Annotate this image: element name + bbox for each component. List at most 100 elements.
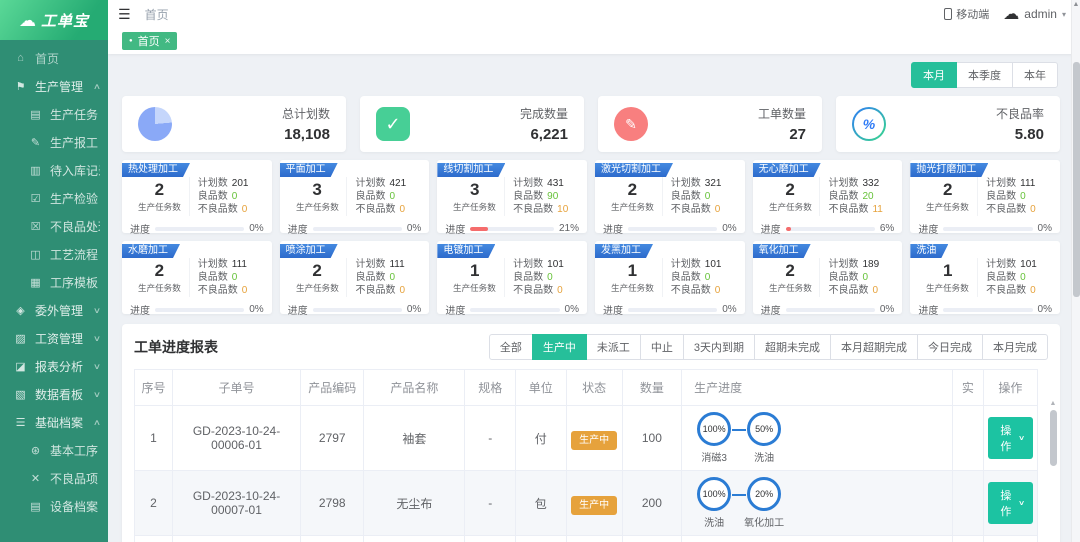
progress-bar [628,227,717,231]
sidebar-item-basic-process[interactable]: ⊛ 基本工序 [0,436,108,464]
process-ribbon-label: 洗油 [910,244,948,258]
menu-icon: ▨ [13,332,28,345]
filter-overdue-unfinished[interactable]: 超期未完成 [754,334,831,360]
task-count-label: 生产任务数 [604,200,660,212]
page-scrollbar[interactable]: ▲ [1071,0,1080,542]
sidebar-item-process-flow[interactable]: ◫ 工艺流程 [0,240,108,268]
sidebar-item-home[interactable]: ⌂ 首页 [0,44,108,72]
tab-home[interactable]: ● 首页 × [122,32,177,50]
progress-bar [155,308,244,312]
cell-actions: 操作∨ [983,471,1037,536]
cell-order-number: GD-2023-10-24-00010-01 [172,536,300,542]
plan-label: 计划数 [986,177,1016,190]
plan-label: 计划数 [828,258,858,271]
sidebar-group-production-management[interactable]: ⚑ 生产管理 ∧ [0,72,108,100]
row-action-button[interactable]: 操作∨ [988,482,1033,524]
sidebar-item-pending-storage-record[interactable]: ▥ 待入库记录 [0,156,108,184]
sidebar-menu: ⌂ 首页 ⚑ 生产管理 ∧ ▤ 生产任务 ✎ 生产报工 ▥ 待入库记录 ☑ 生产… [0,40,108,520]
task-count-label: 生产任务数 [447,281,503,293]
sidebar-item-label: 基础档案 [35,414,83,431]
progress-step-label: 消磁3 [701,449,727,464]
filter-in-production[interactable]: 生产中 [532,334,587,360]
table-column-header: 产品名称 [364,370,465,406]
menu-icon: ◈ [13,304,28,317]
menu-icon: ✕ [28,472,43,485]
filter-month-overdue-finished[interactable]: 本月超期完成 [830,334,918,360]
task-count-label: 生产任务数 [447,200,503,212]
period-month[interactable]: 本月 [911,62,957,88]
table-column-header: 实 [953,370,984,406]
process-card-heat-treatment: 热处理加工 2 生产任务数 计划数201 良品数0 不良品数0 进度 0% [122,160,272,233]
sidebar-group-data-dashboard[interactable]: ▧ 数据看板 ∨ [0,380,108,408]
user-name: admin [1024,7,1057,21]
main-content: 本月 本季度 本年 总计划数 18,108 ✓ 完成数量 6,221 ✎ 工单数… [108,54,1070,542]
page-scrollbar-thumb[interactable] [1073,62,1080,297]
period-quarter[interactable]: 本季度 [956,62,1013,88]
table-body: 1 GD-2023-10-24-00006-01 2797 袖套 - 付 生产中… [135,406,1038,542]
good-label: 良品数 [828,190,858,203]
hamburger-menu-icon[interactable]: ☰ [118,6,131,23]
table-scrollbar[interactable]: ▲ [1049,400,1057,542]
sidebar-item-label: 首页 [35,50,59,67]
filter-all[interactable]: 全部 [489,334,533,360]
sidebar-item-process-template[interactable]: ▦ 工序模板 [0,268,108,296]
sidebar-group-report-analysis[interactable]: ◪ 报表分析 ∨ [0,352,108,380]
task-count-label: 生产任务数 [604,281,660,293]
task-count: 1 [445,261,504,281]
cell-actions: 操作∨ [983,406,1037,471]
mobile-label: 移动端 [956,6,989,22]
table-row: 2 GD-2023-10-24-00007-01 2798 无尘布 - 包 生产… [135,471,1038,536]
pie-chart-icon [138,107,172,141]
tab-close-icon[interactable]: × [165,36,171,47]
process-ribbon-label: 水磨加工 [122,244,180,258]
filter-due-in-3-days[interactable]: 3天内到期 [683,334,755,360]
check-icon: ✓ [376,107,410,141]
sidebar-item-equipment-archives[interactable]: ▤ 设备档案 [0,492,108,520]
sidebar-item-production-inspection[interactable]: ☑ 生产检验 [0,184,108,212]
plan-value: 431 [547,177,564,190]
bad-value: 0 [1030,284,1036,297]
filter-undispatched[interactable]: 未派工 [586,334,641,360]
mobile-link[interactable]: 移动端 [944,6,989,22]
table-scrollbar-thumb[interactable] [1050,410,1057,466]
progress-label: 进度 [130,221,150,236]
caret-down-icon: ∨ [1018,499,1025,507]
menu-icon: ▦ [28,276,43,289]
task-count: 2 [761,180,820,200]
report-title: 工单进度报表 [134,337,218,357]
process-card-water-grinding: 水磨加工 2 生产任务数 计划数111 良品数0 不良品数0 进度 0% [122,241,272,314]
progress-percent: 0% [249,304,263,315]
progress-bar-fill [470,227,488,231]
tab-active-dot: ● [129,38,133,44]
table-column-header: 数量 [622,370,682,406]
app-logo: ☁ 工单宝 [0,0,108,40]
progress-bar-fill [786,227,791,231]
sidebar-item-production-report[interactable]: ✎ 生产报工 [0,128,108,156]
user-menu[interactable]: ☁ admin ▾ [1003,4,1066,24]
plan-label: 计划数 [513,177,543,190]
bad-label: 不良品数 [986,203,1026,216]
sidebar-group-basic-archives[interactable]: ☰ 基础档案 ∧ [0,408,108,436]
progress-step: 100% 消磁3 [694,412,734,464]
row-action-button[interactable]: 操作∨ [988,417,1033,459]
scroll-up-icon[interactable]: ▲ [1072,0,1080,10]
breadcrumb[interactable]: 首页 [145,6,169,23]
cell-product-name: 木板 [364,536,465,542]
sidebar-item-production-task[interactable]: ▤ 生产任务 [0,100,108,128]
sidebar-group-salary-management[interactable]: ▨ 工资管理 ∨ [0,324,108,352]
sidebar-group-outsourcing-management[interactable]: ◈ 委外管理 ∨ [0,296,108,324]
cell-index: 2 [135,471,173,536]
progress-label: 进度 [445,221,465,236]
sidebar-item-defect-item[interactable]: ✕ 不良品项 [0,464,108,492]
process-ribbon-label: 喷涂加工 [280,244,338,258]
scroll-up-icon[interactable]: ▲ [1049,400,1057,408]
avatar-cloud-icon: ☁ [1003,4,1019,24]
bad-label: 不良品数 [198,284,238,297]
stat-value: 27 [758,126,806,143]
progress-percent: 6% [880,223,894,234]
filter-finished-this-month[interactable]: 本月完成 [982,334,1048,360]
period-year[interactable]: 本年 [1012,62,1058,88]
filter-finished-today[interactable]: 今日完成 [917,334,983,360]
filter-suspended[interactable]: 中止 [640,334,684,360]
sidebar-item-defect-handling[interactable]: ☒ 不良品处理 [0,212,108,240]
